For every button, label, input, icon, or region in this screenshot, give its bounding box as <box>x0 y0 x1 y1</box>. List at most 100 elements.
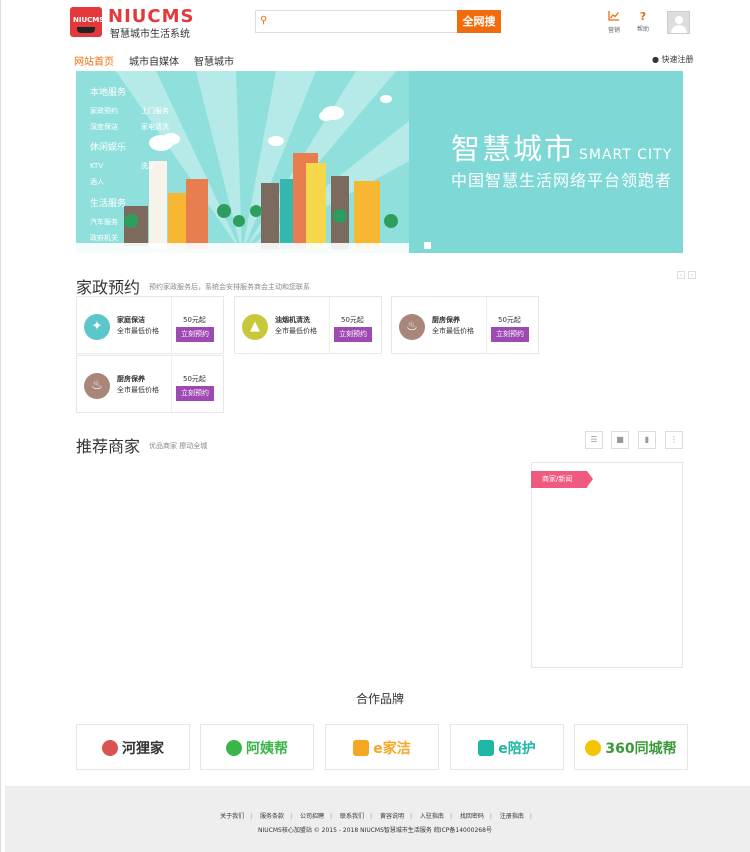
brand-logo-icon <box>226 740 242 756</box>
card-divider <box>171 356 172 412</box>
range-hood-icon: ▲ <box>242 314 268 340</box>
banner-slide-indicator[interactable] <box>424 242 431 249</box>
search-box[interactable]: ⚲ <box>255 10 457 33</box>
food-icon[interactable]: ☰ <box>585 431 603 449</box>
book-button[interactable]: 立刻预约 <box>176 386 214 401</box>
footer-link[interactable]: 公司招聘 <box>300 813 324 820</box>
merchants-title: 推荐商家 <box>76 437 141 456</box>
banner-menu-title: 生活服务 <box>90 199 127 209</box>
service-price: 50元起 <box>341 316 364 324</box>
search-icon: ⚲ <box>260 15 268 26</box>
pager-prev-button[interactable]: ‹ <box>677 271 685 279</box>
partner-brand[interactable]: 阿姨帮 <box>200 724 314 770</box>
partner-brand[interactable]: e家洁 <box>325 724 439 770</box>
banner-menu-item[interactable]: 家电清洗 <box>141 122 192 132</box>
partners-title: 合作品牌 <box>355 692 404 706</box>
help-label: 帮助 <box>636 26 649 33</box>
banner-title: 智慧城市 SMART CITY <box>451 126 672 168</box>
footer-link[interactable]: 服务条款 <box>260 813 284 820</box>
banner-menu-item[interactable]: 洗浴 <box>141 161 192 171</box>
book-button[interactable]: 立刻预约 <box>334 327 372 342</box>
news-tag[interactable]: 商家/新闻 <box>531 471 593 488</box>
news-panel <box>531 462 683 668</box>
service-price: 50元起 <box>498 316 521 324</box>
pager-next-button[interactable]: › <box>688 271 696 279</box>
marketing-label: 营销 <box>607 27 620 34</box>
banner-menu-item[interactable]: 政府机关 <box>90 233 141 243</box>
banner-title-en: SMART CITY <box>579 147 673 163</box>
logo-badge[interactable]: NIUCMS <box>70 7 104 37</box>
service-name: 油烟机清洗 <box>275 316 310 324</box>
marketing-link[interactable]: 营销 <box>604 10 624 34</box>
service-name: 厨房保养 <box>117 375 145 383</box>
brand-name: e陪护 <box>498 741 536 757</box>
footer-links: 关于我们 | 服务条款 | 公司招聘 | 联系我们 | 黄容说明 | 入驻指南 | 找回密码… <box>220 813 532 820</box>
banner-menu-item[interactable]: 深度保洁 <box>90 122 141 132</box>
help-link[interactable]: ? 帮助 <box>633 10 653 33</box>
search-button[interactable]: 全网搜 <box>457 10 501 33</box>
banner-menu-title: 本地服务 <box>90 88 127 98</box>
book-button[interactable]: 立刻预约 <box>176 327 214 342</box>
brand-name: 河狸家 <box>122 741 164 757</box>
partner-brand[interactable]: 360同城帮 <box>574 724 688 770</box>
book-button[interactable]: 立刻预约 <box>491 327 529 342</box>
drink-icon[interactable]: ▮ <box>638 431 656 449</box>
banner-menu-item[interactable]: KTV <box>90 162 141 170</box>
footer-link[interactable]: 注册指南 <box>500 813 524 820</box>
avatar[interactable] <box>667 11 690 34</box>
nav-smart-city[interactable]: 智慧城市 <box>194 53 234 68</box>
banner-menu-life: 生活服务 汽车服务 政府机关 <box>90 196 141 249</box>
banner-menu-item[interactable]: 汽车服务 <box>90 217 141 227</box>
service-card[interactable]: ♨ 厨房保养 全市最低价格 50元起 立刻预约 <box>391 296 539 354</box>
banner-menu-item[interactable]: 酒人 <box>90 177 141 187</box>
service-card[interactable]: ▲ 油烟机清洗 全市最低价格 50元起 立刻预约 <box>234 296 382 354</box>
shop-icon[interactable]: ■ <box>611 431 629 449</box>
service-price: 50元起 <box>183 375 206 383</box>
brand-logo-icon <box>102 740 118 756</box>
brand-name: 360同城帮 <box>605 741 677 757</box>
hero-banner[interactable]: 本地服务 家政预约 上门服务 深度保洁 家电清洗 休闲娱乐 KTV 洗浴 酒人 生活服… <box>76 71 683 253</box>
banner-menu-leisure: 休闲娱乐 KTV 洗浴 酒人 <box>90 140 192 193</box>
service-desc: 全市最低价格 <box>117 327 159 335</box>
kitchen-icon: ♨ <box>84 373 110 399</box>
user-icon: ● <box>652 55 659 64</box>
footer-link[interactable]: 联系我们 <box>340 813 364 820</box>
card-divider <box>329 297 330 353</box>
service-desc: 全市最低价格 <box>432 327 474 335</box>
banner-menu-title: 休闲娱乐 <box>90 143 127 153</box>
card-divider <box>486 297 487 353</box>
broom-icon: ✦ <box>84 314 110 340</box>
banner-menu-item[interactable]: 家政预约 <box>90 106 141 116</box>
service-card[interactable]: ♨ 厨房保养 全市最低价格 50元起 立刻预约 <box>76 355 224 413</box>
avatar-body <box>671 25 687 33</box>
service-name: 家庭保洁 <box>117 316 145 324</box>
footer-link[interactable]: 关于我们 <box>220 813 244 820</box>
kitchen-icon: ♨ <box>399 314 425 340</box>
nav-home[interactable]: 网站首页 <box>74 53 114 68</box>
brand-logo-icon <box>478 740 495 756</box>
banner-city-illustration: 本地服务 家政预约 上门服务 深度保洁 家电清洗 休闲娱乐 KTV 洗浴 酒人 生活服… <box>76 71 409 253</box>
register-label: 快速注册 <box>661 55 694 64</box>
partner-brand[interactable]: e陪护 <box>450 724 564 770</box>
banner-menu-item[interactable]: 上门服务 <box>141 106 192 116</box>
brand-logo-icon <box>585 740 602 756</box>
more-icon[interactable]: ⋮ <box>665 431 683 449</box>
merchants-subtitle: 优品商家 擦动全城 <box>149 442 208 450</box>
register-link[interactable]: ● 快速注册 <box>652 54 694 65</box>
footer-link[interactable]: 黄容说明 <box>380 813 404 820</box>
service-desc: 全市最低价格 <box>117 386 159 394</box>
logo-text[interactable]: NIUCMS <box>108 6 194 27</box>
partner-brand[interactable]: 河狸家 <box>76 724 190 770</box>
footer-copyright: NIUCMS核心加盟站 © 2015 - 2018 NIUCMS智慧城市生活服务… <box>258 827 492 834</box>
chart-icon <box>604 10 624 25</box>
search-input[interactable] <box>272 13 452 30</box>
service-name: 厨房保养 <box>432 316 460 324</box>
brand-logo-icon <box>353 740 370 756</box>
banner-subtitle: 中国智慧生活网络平台领跑者 <box>451 171 673 190</box>
nav-city-media[interactable]: 城市自媒体 <box>129 53 179 68</box>
service-desc: 全市最低价格 <box>275 327 317 335</box>
avatar-head <box>675 16 683 24</box>
service-card[interactable]: ✦ 家庭保洁 全市最低价格 50元起 立刻预约 <box>76 296 224 354</box>
footer-link[interactable]: 找回密码 <box>460 813 484 820</box>
footer-link[interactable]: 入驻指南 <box>420 813 444 820</box>
